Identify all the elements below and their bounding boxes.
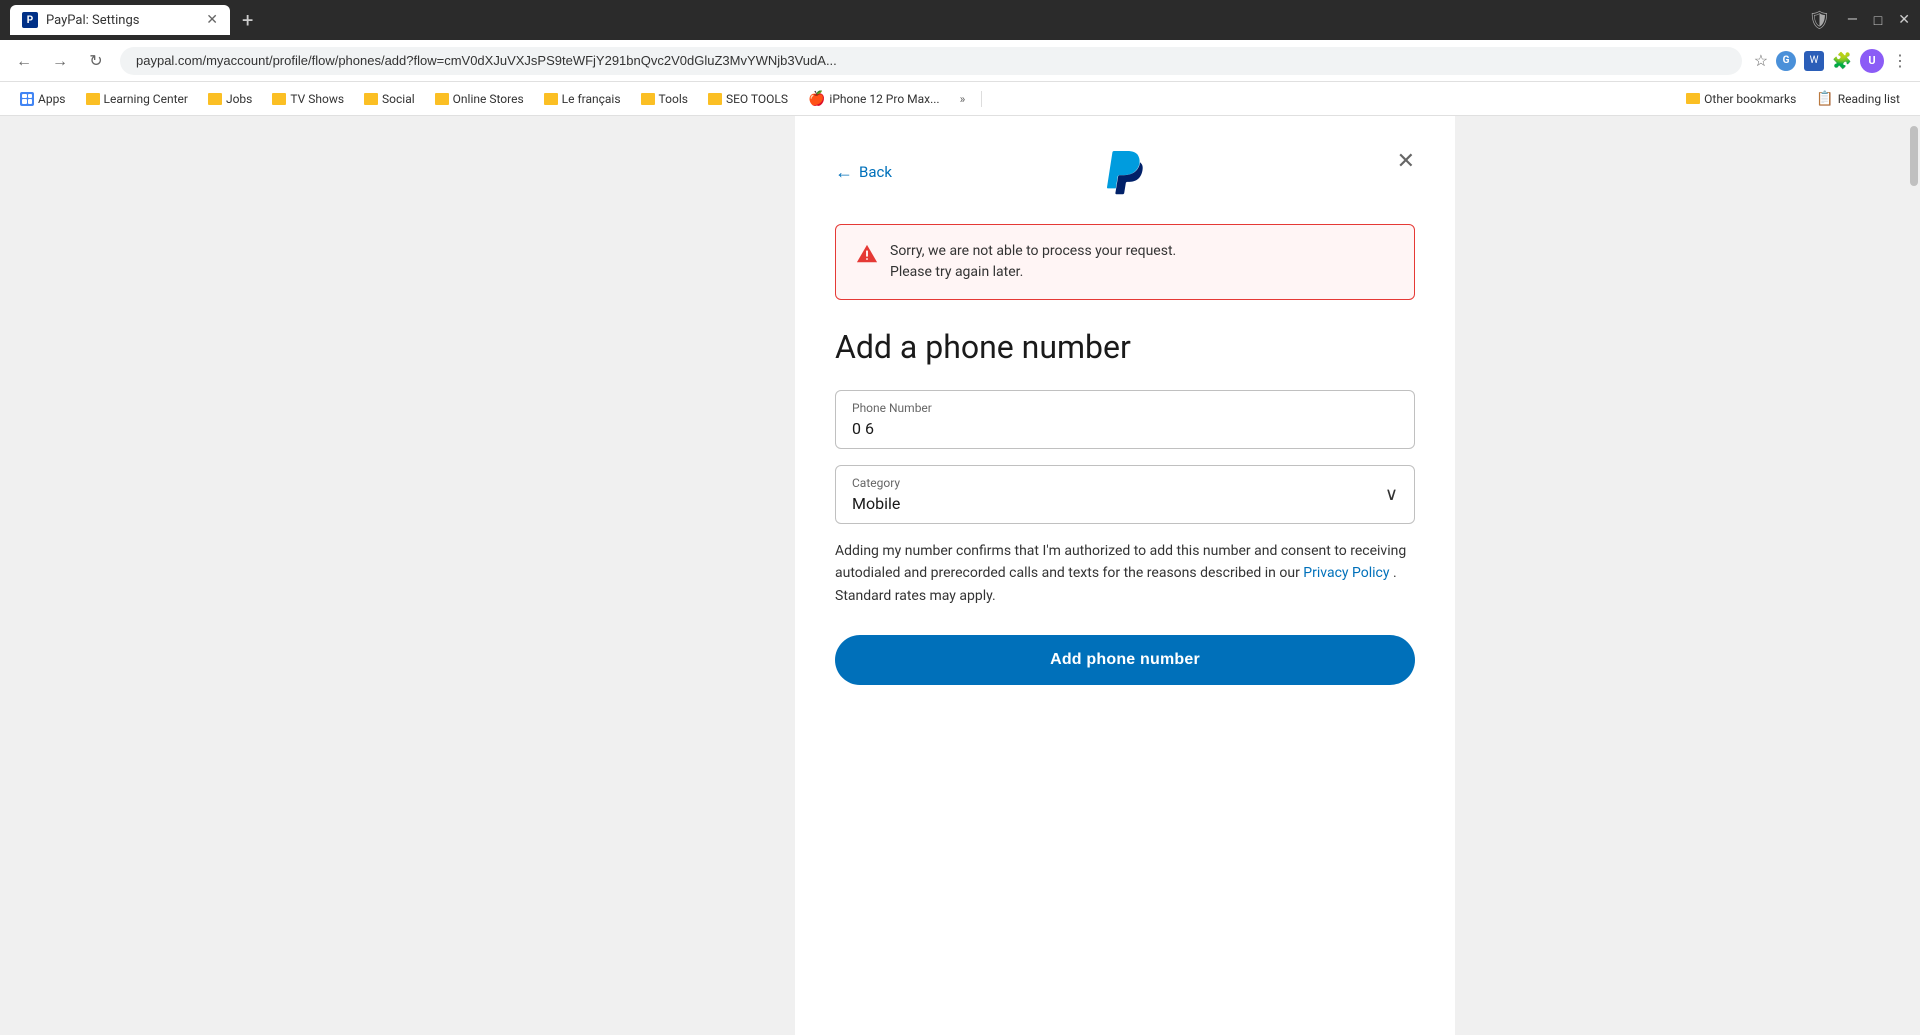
modal-header: ← Back ✕ [835,148,1415,196]
apple-icon: 🍎 [808,91,825,107]
back-nav-button[interactable]: ← [12,51,36,71]
bookmarks-right-section: Other bookmarks 📋 Reading list [1678,87,1908,111]
more-bookmarks-button[interactable]: » [952,88,974,110]
bookmark-iphone-label: iPhone 12 Pro Max... [829,92,939,106]
back-arrow-icon: ← [835,162,853,183]
reading-list-icon: 📋 [1816,91,1833,107]
folder-icon [435,93,449,105]
bookmark-learning-center-label: Learning Center [104,92,188,106]
folder-icon [86,93,100,105]
maximize-button[interactable]: □ [1874,12,1882,29]
error-banner: Sorry, we are not able to process your r… [835,224,1415,300]
apps-grid-icon [20,92,34,106]
bookmark-tvshows[interactable]: TV Shows [264,88,352,110]
modal-card: ← Back ✕ Sorry, we are not able to proce… [795,116,1455,1035]
error-line1: Sorry, we are not able to process your r… [890,243,1176,259]
bookmark-iphone[interactable]: 🍎 iPhone 12 Pro Max... [800,87,948,111]
error-text: Sorry, we are not able to process your r… [890,241,1176,283]
folder-icon [544,93,558,105]
window-controls: 🛡 — □ ✕ [1808,10,1910,31]
folder-icon [641,93,655,105]
bookmark-seo-tools[interactable]: SEO TOOLS [700,88,796,110]
bookmark-learning-center[interactable]: Learning Center [78,88,196,110]
tab-close-button[interactable]: ✕ [206,12,218,28]
close-button[interactable]: ✕ [1898,12,1910,28]
bookmark-social[interactable]: Social [356,88,423,110]
refresh-button[interactable]: ↻ [84,51,108,70]
bookmark-apps-label: Apps [38,92,66,106]
browser-title-bar: P PayPal: Settings ✕ + 🛡 — □ ✕ [0,0,1920,40]
chevron-down-icon: ∨ [1385,484,1398,505]
bookmark-reading-list[interactable]: 📋 Reading list [1808,87,1908,111]
star-icon[interactable]: ☆ [1754,51,1768,70]
bookmark-other-label: Other bookmarks [1704,92,1796,106]
category-field[interactable]: Category Mobile ∨ [835,465,1415,524]
left-sidebar [465,116,795,1035]
tab-favicon: P [22,12,38,28]
back-link[interactable]: ← Back [835,162,892,183]
bookmark-jobs[interactable]: Jobs [200,88,260,110]
bookmark-social-label: Social [382,92,415,106]
bookmark-seo-tools-label: SEO TOOLS [726,92,788,106]
bookmark-le-francais[interactable]: Le français [536,88,629,110]
category-value: Mobile [852,494,900,513]
grammarly-icon: G [1776,51,1796,71]
bookmark-online-stores[interactable]: Online Stores [427,88,532,110]
bookmark-tools[interactable]: Tools [633,88,696,110]
tab-title: PayPal: Settings [46,13,198,28]
menu-button[interactable]: ⋮ [1892,51,1908,70]
folder-icon [208,93,222,105]
bookmark-jobs-label: Jobs [226,92,252,106]
extensions-button[interactable]: 🧩 [1832,51,1852,70]
back-link-label: Back [859,163,892,181]
bookmark-online-stores-label: Online Stores [453,92,524,106]
address-bar-actions: ☆ G W 🧩 U ⋮ [1754,49,1908,73]
bookmark-tvshows-label: TV Shows [290,92,344,106]
page-content: ← Back ✕ Sorry, we are not able to proce… [0,116,1920,1035]
category-content: Category Mobile [852,476,900,513]
bookmarks-bar: Apps Learning Center Jobs TV Shows Socia… [0,82,1920,116]
address-bar: ← → ↻ ☆ G W 🧩 U ⋮ [0,40,1920,82]
folder-icon [364,93,378,105]
phone-number-field[interactable]: Phone Number 0 6 [835,390,1415,449]
page-title: Add a phone number [835,328,1415,366]
bookmarks-separator [981,91,982,107]
profile-avatar[interactable]: U [1860,49,1884,73]
bookmark-le-francais-label: Le français [562,92,621,106]
security-icon: 🛡 [1808,10,1831,31]
scrollbar[interactable] [1908,116,1920,1035]
folder-icon [708,93,722,105]
bookmark-tools-label: Tools [659,92,688,106]
url-input[interactable] [120,47,1742,75]
bookmark-apps[interactable]: Apps [12,88,74,110]
paypal-logo [1105,148,1145,196]
category-label: Category [852,476,900,490]
error-line2: Please try again later. [890,264,1023,280]
error-triangle-icon [856,243,878,265]
minimize-button[interactable]: — [1847,12,1858,28]
forward-nav-button[interactable]: → [48,51,72,71]
bookmark-other[interactable]: Other bookmarks [1678,88,1804,110]
add-phone-number-button[interactable]: Add phone number [835,635,1415,685]
close-modal-button[interactable]: ✕ [1397,148,1415,174]
bookmark-reading-list-label: Reading list [1838,92,1900,106]
consent-text: Adding my number confirms that I'm autho… [835,540,1415,607]
new-tab-button[interactable]: + [242,8,253,32]
phone-number-value: 0 6 [852,419,1398,438]
scrollbar-thumb[interactable] [1910,126,1918,186]
browser-tab[interactable]: P PayPal: Settings ✕ [10,5,230,35]
folder-icon [1686,93,1700,104]
extension-icon: W [1804,51,1824,71]
privacy-policy-link[interactable]: Privacy Policy [1303,565,1389,581]
phone-number-label: Phone Number [852,401,1398,415]
folder-icon [272,93,286,105]
